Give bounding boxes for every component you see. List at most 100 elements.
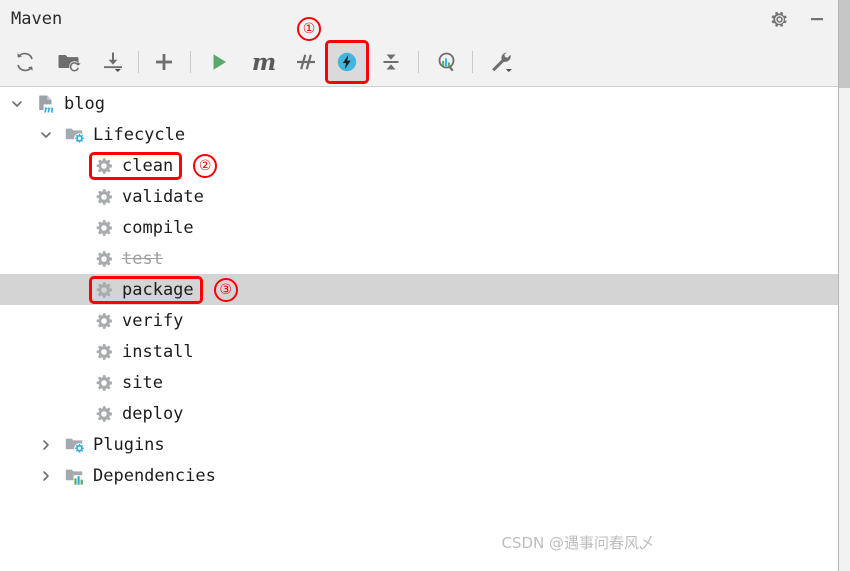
- gear-icon: [94, 218, 114, 238]
- gear-icon: [94, 187, 114, 207]
- tree-node-install[interactable]: install: [94, 342, 194, 362]
- tree-row-deploy[interactable]: deploy: [0, 398, 838, 429]
- tree-node-label: verify: [122, 310, 184, 331]
- gear-icon: [96, 281, 112, 298]
- toolbar-button-show-dependency-analyzer[interactable]: [427, 43, 465, 81]
- tool-window-header: Maven: [0, 0, 838, 38]
- folder-gear-icon: [65, 125, 85, 145]
- toolbar-button-collapse-all[interactable]: [372, 43, 410, 81]
- gear-icon: [94, 280, 114, 300]
- tree-node-verify[interactable]: verify: [94, 311, 183, 331]
- gear-icon-svg: [771, 11, 787, 27]
- chevron-down-icon: [41, 131, 51, 138]
- toolbar-separator: [418, 51, 419, 73]
- gear-icon[interactable]: [768, 8, 790, 30]
- folder-gear-icon: [65, 435, 85, 455]
- tree-node-label: Lifecycle: [93, 124, 186, 145]
- gear-icon: [94, 249, 114, 269]
- tree-row-site[interactable]: site: [0, 367, 838, 398]
- toolbar-button-download-sources-documentation[interactable]: [94, 43, 132, 81]
- tree-row-compile[interactable]: compile: [0, 212, 838, 243]
- folder-chart-icon: [65, 469, 84, 485]
- annotation-badge-3: ③: [213, 277, 238, 302]
- chevron-down-icon: [12, 100, 22, 107]
- gear-icon: [96, 219, 112, 236]
- tree-expand-toggle[interactable]: [37, 467, 55, 485]
- tree-row-plugins[interactable]: Plugins: [0, 429, 838, 460]
- tree-collapse-toggle[interactable]: [37, 126, 55, 144]
- collapse-all-icon: [383, 54, 399, 70]
- folder-gear-icon: [65, 128, 85, 144]
- tree-node-test[interactable]: test: [94, 249, 163, 269]
- tree-collapse-toggle[interactable]: [8, 95, 26, 113]
- tree-row-blog[interactable]: m blog: [0, 88, 838, 119]
- tree-node-label: install: [122, 341, 194, 362]
- tree-node-clean[interactable]: clean: [88, 151, 183, 180]
- toolbar-separator: [472, 51, 473, 73]
- tool-window-right-rail-lower: [839, 88, 850, 571]
- tree-expand-toggle[interactable]: [37, 436, 55, 454]
- maven-project-tree[interactable]: m blog Lifecycle clean ② validate compile…: [0, 88, 838, 571]
- tree-row-validate[interactable]: validate: [0, 181, 838, 212]
- tree-node-label: clean: [122, 155, 174, 176]
- toolbar-button-toggle-offline-mode[interactable]: [325, 40, 369, 84]
- toolbar-button-generate-sources-update-folders[interactable]: [50, 43, 88, 81]
- annotation-badge-2: ②: [193, 153, 218, 178]
- tree-node-label: Dependencies: [93, 465, 216, 486]
- maven-m-icon: m: [251, 48, 277, 76]
- toolbar-separator: [190, 51, 191, 73]
- gear-icon: [96, 157, 112, 174]
- tree-node-label: package: [122, 279, 194, 300]
- gear-icon: [96, 343, 112, 360]
- refresh-icon: [17, 52, 33, 72]
- run-triangle-icon: [213, 54, 226, 70]
- tree-node-label: test: [122, 248, 163, 269]
- folder-chart-icon: [65, 466, 85, 486]
- watermark: CSDN @遇事问春风乄: [501, 534, 654, 552]
- chevron-right-icon: [43, 439, 49, 450]
- toolbar-button-maven-settings[interactable]: m: [245, 43, 283, 81]
- tree-node-plugins[interactable]: Plugins: [65, 435, 165, 455]
- gear-icon: [96, 374, 112, 391]
- maven-project-icon: m: [36, 94, 56, 114]
- toolbar-button-execute-maven-goal[interactable]: [200, 43, 238, 81]
- annotation-badge-1: ①: [297, 17, 321, 41]
- tree-node-compile[interactable]: compile: [94, 218, 194, 238]
- tree-node-site[interactable]: site: [94, 373, 163, 393]
- toolbar-button-reload-all-maven-projects[interactable]: [6, 43, 44, 81]
- tree-node-blog[interactable]: m blog: [36, 94, 105, 114]
- gear-icon: [94, 404, 114, 424]
- tree-node-validate[interactable]: validate: [94, 187, 204, 207]
- toolbar-button-toggle-skip-tests[interactable]: [287, 43, 325, 81]
- wrench-icon: [492, 51, 512, 72]
- toolbar-separator: [138, 51, 139, 73]
- toolbar-button-maven-build-tools[interactable]: [482, 43, 520, 81]
- gear-icon: [96, 188, 112, 205]
- gear-icon: [96, 405, 112, 422]
- gear-icon: [94, 373, 114, 393]
- tree-node-deploy[interactable]: deploy: [94, 404, 183, 424]
- folder-gear-icon: [65, 438, 85, 454]
- tree-node-lifecycle[interactable]: Lifecycle: [65, 125, 185, 145]
- tree-node-label: validate: [122, 186, 204, 207]
- tree-row-verify[interactable]: verify: [0, 305, 838, 336]
- svg-text:m: m: [44, 104, 54, 114]
- tree-row-package[interactable]: package ③: [0, 274, 838, 305]
- tree-node-label: site: [122, 372, 163, 393]
- tree-node-label: Plugins: [93, 434, 165, 455]
- tree-row-clean[interactable]: clean ②: [0, 150, 838, 181]
- toolbar-button-add-maven-project[interactable]: [145, 43, 183, 81]
- tree-node-package[interactable]: package: [89, 275, 203, 304]
- tree-row-test[interactable]: test: [0, 243, 838, 274]
- gear-icon: [96, 250, 112, 267]
- gear-icon: [94, 156, 114, 176]
- tree-node-label: blog: [64, 93, 105, 114]
- tree-row-dependencies[interactable]: Dependencies: [0, 460, 838, 491]
- tree-row-lifecycle[interactable]: Lifecycle: [0, 119, 838, 150]
- gear-icon: [94, 342, 114, 362]
- minimize-icon[interactable]: [806, 8, 828, 30]
- gear-icon: [96, 312, 112, 329]
- tree-node-dependencies[interactable]: Dependencies: [65, 466, 216, 486]
- tree-row-install[interactable]: install: [0, 336, 838, 367]
- maven-toolbar: m ①: [0, 17, 838, 87]
